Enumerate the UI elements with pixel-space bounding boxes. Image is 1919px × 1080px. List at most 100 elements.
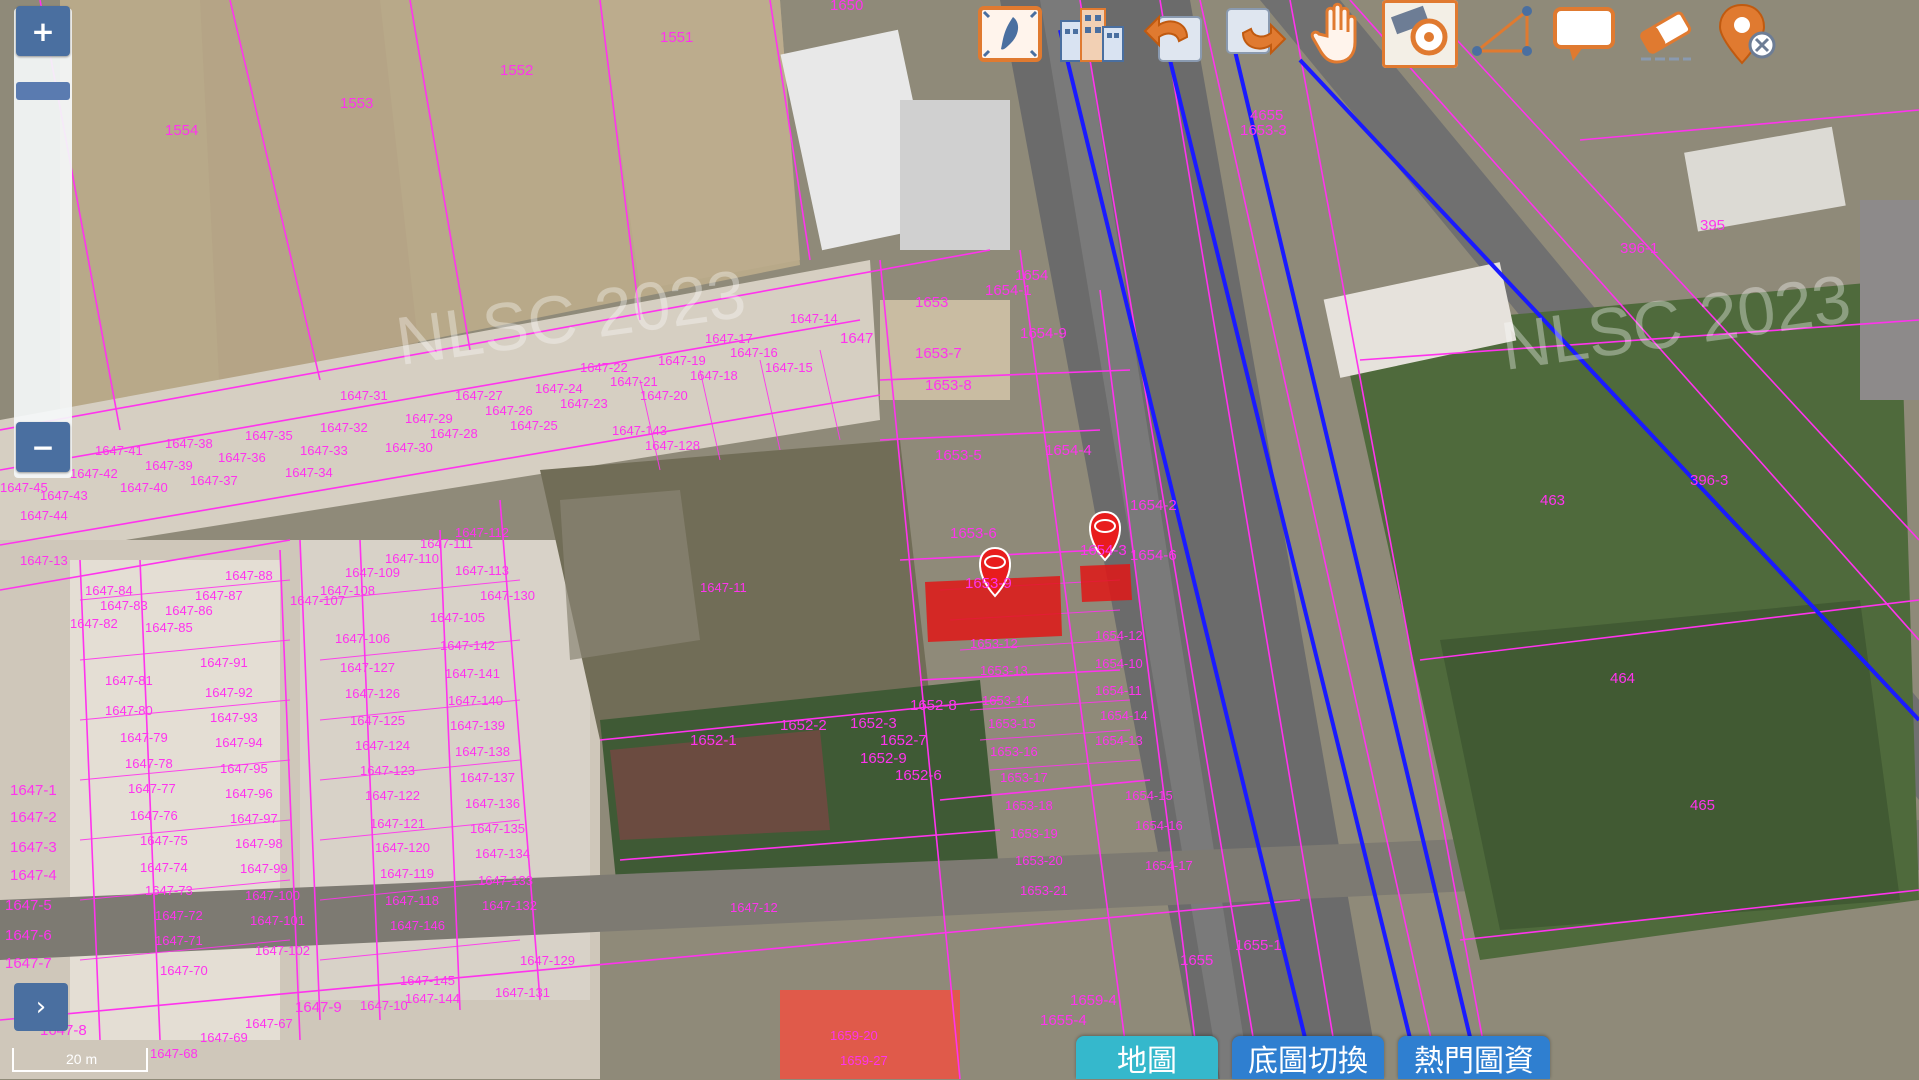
locate-button[interactable] [1382,0,1458,68]
parcel-label: 1653-3 [1240,122,1287,139]
full-extent-button[interactable] [972,0,1048,68]
scale-bar: 20 m [12,1048,148,1072]
parcel-label: 1647-119 [380,866,434,881]
parcel-label: 1647-71 [155,933,203,948]
parcel-label: 1647-3 [10,839,57,856]
tab-basemap-switch[interactable]: 底圖切換 [1232,1036,1384,1079]
zoom-out-button[interactable]: − [16,422,70,472]
parcel-label: 1647-135 [470,821,525,836]
parcel-label: 1655-1 [1235,937,1282,954]
parcel-label: 1647-21 [610,374,658,389]
parcel-label: 1647-24 [535,381,583,396]
parcel-label: 1647-20 [640,388,688,403]
parcel-label: 1653-13 [980,663,1028,678]
parcel-label: 1647-34 [285,465,333,480]
tab-popular-layers[interactable]: 熱門圖資 [1398,1036,1550,1079]
measure-area-button[interactable] [1464,0,1540,68]
parcel-label: 1654-16 [1135,818,1183,833]
parcel-label: 1647-120 [375,840,430,855]
parcel-label: 1647-124 [355,738,410,753]
parcel-label: 1647-28 [430,426,478,441]
parcel-label: 1647-7 [5,955,52,972]
pan-button[interactable] [1300,0,1376,68]
parcel-label: 1654-11 [1095,683,1142,698]
parcel-label: 1653-19 [1010,826,1058,841]
parcel-label: 465 [1690,797,1715,814]
parcel-label: 1647-78 [125,756,173,771]
parcel-label: 1647-105 [430,610,485,625]
parcel-label: 1647-72 [155,908,203,923]
parcel-label: 1647-37 [190,473,238,488]
parcel-label: 1654-9 [1020,325,1067,342]
annotation-button[interactable] [1546,0,1622,68]
map-canvas[interactable]: NLSC 2023 NLSC 2023 15511552155315541650… [0,0,1919,1079]
parcel-label: 1647-22 [580,360,628,375]
parcel-label: 1647-128 [645,438,700,453]
zoom-in-button[interactable]: + [16,6,70,56]
parcel-label: 1647-10 [360,998,408,1013]
eraser-icon [1640,11,1692,61]
parcel-label: 1647-92 [205,685,253,700]
parcel-label: 1647-38 [165,436,213,451]
parcel-label: 1650 [830,0,863,14]
parcel-label: 1647-131 [495,985,550,1000]
parcel-label: 1654-10 [1095,656,1143,671]
parcel-label: 1654-13 [1095,733,1143,748]
parcel-label: 1647-19 [658,353,706,368]
eraser-button[interactable] [1628,0,1704,68]
parcel-label: 1647-15 [765,360,813,375]
parcel-label: 1647-140 [448,693,503,708]
parcel-label: 1647-41 [95,443,143,458]
buildings-icon [1060,8,1124,62]
undo-icon [1143,14,1202,62]
parcel-label: 1647-138 [455,744,510,759]
zoom-slider-handle[interactable] [16,82,70,100]
parcel-label: 1647-142 [440,638,495,653]
parcel-label: 1647-31 [340,388,388,403]
parcel-label: 1653-20 [1015,853,1063,868]
parcel-label: 1647-122 [365,788,420,803]
parcel-label: 1647-2 [10,809,57,826]
redo-button[interactable] [1218,0,1294,68]
parcel-label: 1647-87 [195,588,243,603]
parcel-label: 1647-6 [5,927,52,944]
parcel-label: 1653-14 [982,693,1030,708]
parcel-label: 1652-3 [850,715,897,732]
parcel-label: 1647-12 [730,900,778,915]
parcel-label: 463 [1540,492,1565,509]
parcel-label: 1647-27 [455,388,503,403]
parcel-label: 1647-100 [245,888,300,903]
parcel-label: 1647-113 [455,563,509,578]
expand-panel-button[interactable]: › [14,983,68,1031]
parcel-label: 1647-35 [245,428,293,443]
parcel-label: 1654-17 [1145,858,1193,873]
tab-map[interactable]: 地圖 [1076,1036,1218,1079]
parcel-label: 1647-132 [482,898,537,913]
parcel-label: 1647-75 [140,833,188,848]
parcel-label: 1659-4 [1070,992,1117,1009]
parcel-label: 1647-32 [320,420,368,435]
zoom-slider-track[interactable] [14,8,72,478]
buildings-button[interactable] [1054,0,1130,68]
parcel-label: 1655-4 [1040,1012,1087,1029]
parcel-label: 1647-13 [20,553,68,568]
parcel-label: 395 [1700,217,1725,234]
parcel-label: 1647-139 [450,718,505,733]
parcel-label: 1551 [660,29,693,46]
parcel-label: 1659-20 [830,1028,878,1043]
parcel-label: 1654-3 [1080,542,1127,559]
parcel-label: 1647-91 [200,655,248,670]
undo-button[interactable] [1136,0,1212,68]
parcel-label: 1647-81 [105,673,153,688]
parcel-label: 1654-6 [1130,547,1177,564]
parcel-label: 1647-112 [455,525,509,540]
clear-markers-button[interactable] [1710,0,1786,68]
locate-icon [1390,5,1448,56]
parcel-label: 1655 [1180,952,1213,969]
parcel-label: 1653-17 [1000,770,1048,785]
parcel-label: 1647-69 [200,1030,248,1045]
hand-icon [1310,2,1357,64]
parcel-label: 1654-14 [1100,708,1148,723]
parcel-label: 1647-42 [70,466,118,481]
parcel-label: 1647-106 [335,631,390,646]
